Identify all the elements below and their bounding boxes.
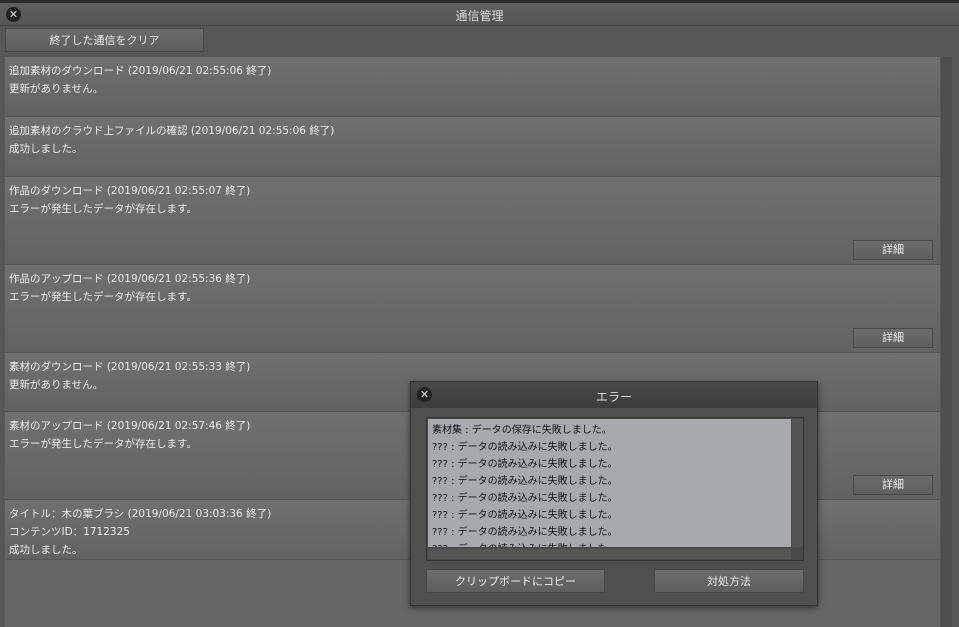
- scrollbar[interactable]: [941, 57, 952, 627]
- error-message-box: 素材集 : データの保存に失敗しました。 ??? : データの読み込みに失敗しまし…: [426, 417, 804, 561]
- detail-button[interactable]: 詳細: [853, 328, 933, 348]
- error-messages: 素材集 : データの保存に失敗しました。 ??? : データの読み込みに失敗しまし…: [428, 419, 791, 547]
- title-bar: ✕ 通信管理: [0, 3, 959, 26]
- error-dialog: ✕ エラー 素材集 : データの保存に失敗しました。 ??? : データの読み込み…: [410, 381, 818, 606]
- item-status: 更新がありません。: [9, 83, 104, 95]
- item-title: 素材のダウンロード (2019/06/21 02:55:33 終了): [9, 361, 251, 373]
- error-message: ??? : データの読み込みに失敗しました。: [432, 510, 618, 521]
- horizontal-scrollbar[interactable]: [428, 549, 791, 559]
- error-message: 素材集 : データの保存に失敗しました。: [432, 425, 612, 436]
- solution-button[interactable]: 対処方法: [654, 569, 804, 593]
- error-message: ??? : データの読み込みに失敗しました。: [432, 459, 618, 470]
- error-message: ??? : データの読み込みに失敗しました。: [432, 527, 618, 538]
- error-message: ??? : データの読み込みに失敗しました。: [432, 476, 618, 487]
- list-item: 作品のアップロード (2019/06/21 02:55:36 終了) エラーが発生…: [5, 265, 940, 353]
- dialog-title: エラー: [595, 390, 632, 404]
- item-status: エラーが発生したデータが存在します。: [9, 203, 197, 215]
- list-item: 追加素材のクラウド上ファイルの確認 (2019/06/21 02:55:06 終…: [5, 117, 940, 177]
- item-title: 追加素材のダウンロード (2019/06/21 02:55:06 終了): [9, 65, 272, 77]
- error-message: ??? : データの読み込みに失敗しました。: [432, 541, 787, 547]
- error-message: ??? : データの読み込みに失敗しました。: [432, 493, 618, 504]
- error-message: ??? : データの読み込みに失敗しました。: [432, 442, 618, 453]
- list-item: 作品のダウンロード (2019/06/21 02:55:07 終了) エラーが発生…: [5, 177, 940, 265]
- item-status: エラーが発生したデータが存在します。: [9, 291, 197, 303]
- detail-button[interactable]: 詳細: [853, 475, 933, 495]
- copy-to-clipboard-button[interactable]: クリップボードにコピー: [426, 569, 605, 593]
- item-title: 作品のアップロード (2019/06/21 02:55:36 終了): [9, 273, 251, 285]
- item-status: 成功しました。: [9, 143, 83, 155]
- item-title: 追加素材のクラウド上ファイルの確認 (2019/06/21 02:55:06 終…: [9, 125, 335, 137]
- item-title: 作品のダウンロード (2019/06/21 02:55:07 終了): [9, 185, 251, 197]
- list-item: 追加素材のダウンロード (2019/06/21 02:55:06 終了) 更新があ…: [5, 57, 940, 117]
- dialog-title-bar: ✕ エラー: [411, 382, 817, 408]
- detail-button[interactable]: 詳細: [853, 240, 933, 260]
- clear-finished-button[interactable]: 終了した通信をクリア: [5, 28, 204, 52]
- message-scrollbar[interactable]: [792, 419, 803, 547]
- window-title: 通信管理: [455, 9, 504, 23]
